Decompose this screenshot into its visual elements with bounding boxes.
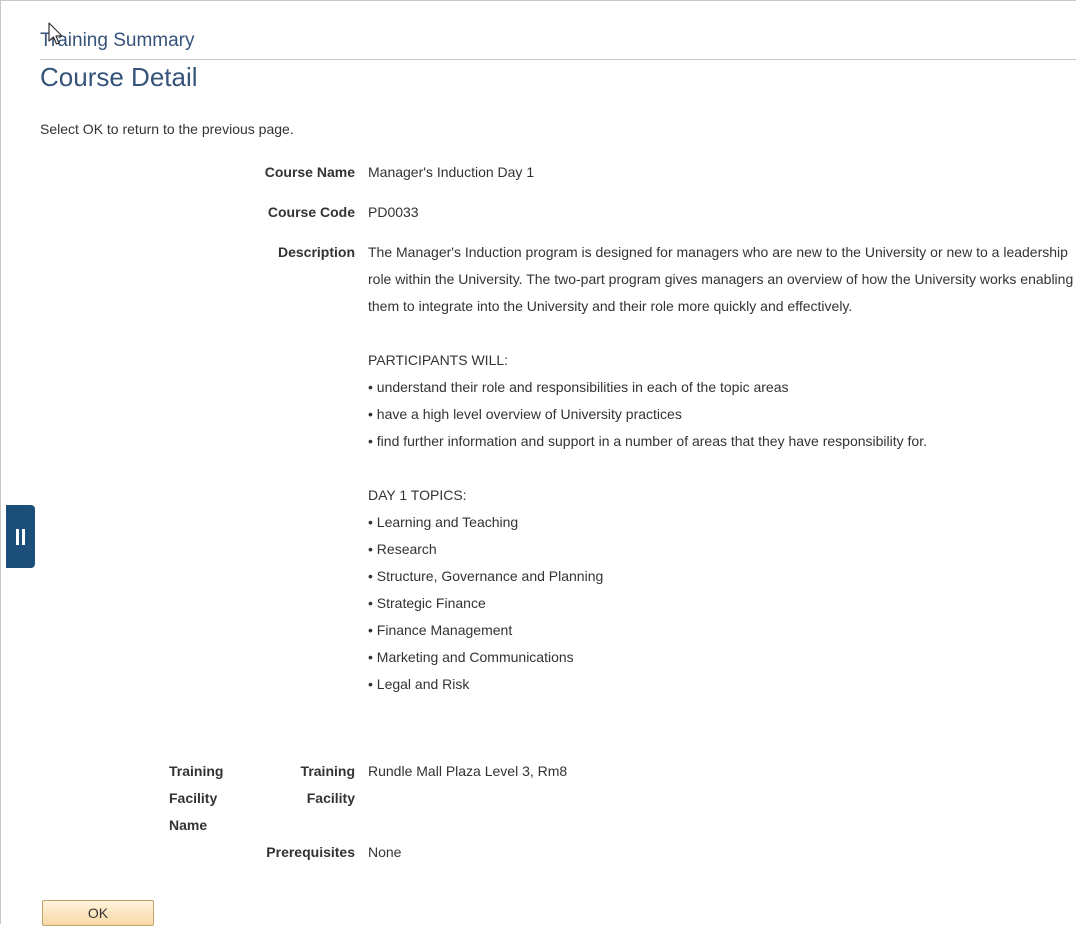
description-intro: The Manager's Induction program is desig… xyxy=(368,244,1074,314)
prerequisites-value: None xyxy=(368,844,402,860)
course-code-label: Course Code xyxy=(267,204,355,220)
course-name-value: Manager's Induction Day 1 xyxy=(368,164,535,180)
topics-heading: DAY 1 TOPICS: xyxy=(368,487,467,503)
pause-icon xyxy=(16,528,19,545)
topic-item: • Learning and Teaching xyxy=(368,514,519,530)
topic-item: • Finance Management xyxy=(368,622,513,638)
training-facility-name-label: Training Facility Name xyxy=(169,763,224,833)
topic-item: • Marketing and Communications xyxy=(368,649,574,665)
participants-item: • have a high level overview of Universi… xyxy=(368,406,682,422)
page-title: Course Detail xyxy=(40,62,198,92)
mouse-pointer-icon xyxy=(48,22,63,45)
prerequisites-label: Prerequisites xyxy=(266,844,355,860)
course-code-value: PD0033 xyxy=(368,204,419,220)
description-value: The Manager's Induction program is desig… xyxy=(368,239,1074,698)
course-name-label: Course Name xyxy=(264,164,355,180)
ok-button[interactable]: OK xyxy=(42,900,154,926)
topic-item: • Strategic Finance xyxy=(368,595,486,611)
participants-item: • understand their role and responsibili… xyxy=(368,379,789,395)
side-panel-toggle[interactable] xyxy=(6,505,35,568)
training-facility-label: Training Facility xyxy=(300,763,355,806)
topic-item: • Research xyxy=(368,541,437,557)
participants-item: • find further information and support i… xyxy=(368,433,927,449)
participants-heading: PARTICIPANTS WILL: xyxy=(368,352,509,368)
topic-item: • Structure, Governance and Planning xyxy=(368,568,604,584)
title-divider xyxy=(40,59,1076,60)
description-label: Description xyxy=(277,244,355,260)
training-facility-value: Rundle Mall Plaza Level 3, Rm8 xyxy=(368,763,568,779)
instructions-text: Select OK to return to the previous page… xyxy=(40,121,294,137)
topic-item: • Legal and Risk xyxy=(368,676,470,692)
